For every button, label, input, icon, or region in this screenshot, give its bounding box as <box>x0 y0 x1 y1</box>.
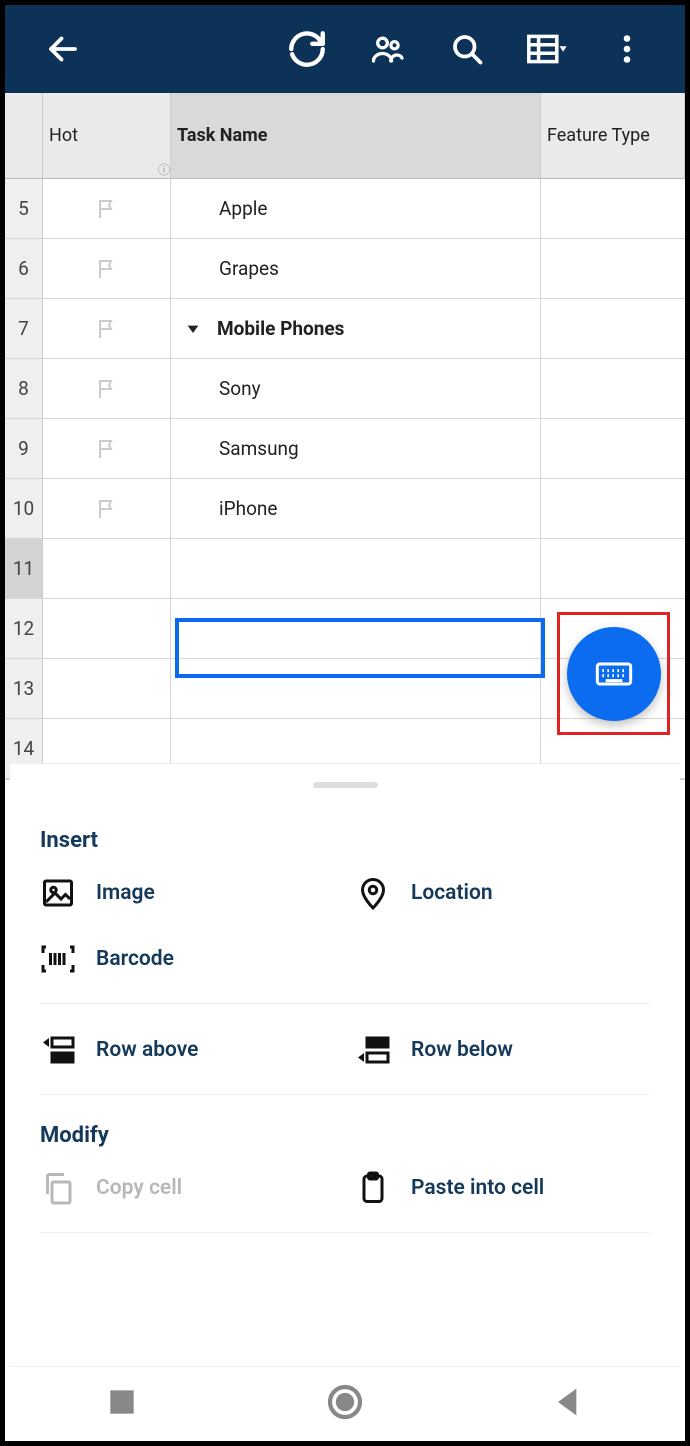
info-icon: ⓘ <box>158 161 170 178</box>
paste-icon <box>355 1170 391 1206</box>
insert-row-below-option[interactable]: Row below <box>355 1032 650 1068</box>
home-button[interactable] <box>325 1382 365 1422</box>
appbar <box>5 5 685 93</box>
row-number[interactable]: 9 <box>5 419 43 478</box>
option-label: Copy cell <box>96 1176 182 1200</box>
insert-barcode-option[interactable]: Barcode <box>40 941 335 977</box>
option-label: Image <box>96 881 155 905</box>
table-row[interactable]: 7 Mobile Phones <box>5 299 685 359</box>
column-header-feature[interactable]: Feature Type <box>541 93 685 178</box>
task-cell[interactable]: Samsung <box>171 419 541 478</box>
refresh-button[interactable] <box>277 19 337 79</box>
divider <box>40 1232 650 1233</box>
feature-cell[interactable] <box>541 179 685 238</box>
search-button[interactable] <box>437 19 497 79</box>
hot-cell[interactable] <box>43 419 171 478</box>
view-picker-button[interactable] <box>517 19 577 79</box>
row-number[interactable]: 6 <box>5 239 43 298</box>
recent-apps-button[interactable] <box>102 1382 142 1422</box>
task-cell[interactable] <box>171 659 541 718</box>
hot-cell[interactable] <box>43 359 171 418</box>
location-icon <box>355 875 391 911</box>
image-icon <box>40 875 76 911</box>
column-headers: Hot ⓘ Task Name Feature Type <box>5 93 685 179</box>
column-header-label: Hot <box>49 125 78 146</box>
hot-cell[interactable] <box>43 479 171 538</box>
option-label: Barcode <box>96 947 174 971</box>
row-number[interactable]: 7 <box>5 299 43 358</box>
table-row[interactable]: 6 Grapes <box>5 239 685 299</box>
task-cell[interactable]: iPhone <box>171 479 541 538</box>
hot-cell[interactable] <box>43 599 171 658</box>
feature-cell[interactable] <box>541 539 685 598</box>
row-number[interactable]: 5 <box>5 179 43 238</box>
hot-cell[interactable] <box>43 539 171 598</box>
back-button[interactable] <box>33 19 93 79</box>
option-label: Location <box>411 881 493 905</box>
paste-cell-option[interactable]: Paste into cell <box>355 1170 650 1206</box>
row-above-icon <box>40 1032 76 1068</box>
android-navbar <box>10 1366 680 1436</box>
row-number[interactable]: 13 <box>5 659 43 718</box>
insert-location-option[interactable]: Location <box>355 875 650 911</box>
task-cell-text: Grapes <box>219 257 279 280</box>
task-cell[interactable]: Apple <box>171 179 541 238</box>
task-cell-text: Samsung <box>219 437 299 460</box>
table-row[interactable]: 5 Apple <box>5 179 685 239</box>
insert-section-title: Insert <box>40 828 650 853</box>
column-header-label: Task Name <box>177 125 267 146</box>
modify-section-title: Modify <box>40 1123 650 1148</box>
bottom-sheet: Insert Image Location Barcode Row above … <box>10 763 680 1361</box>
feature-cell[interactable] <box>541 479 685 538</box>
row-number[interactable]: 8 <box>5 359 43 418</box>
option-label: Row above <box>96 1038 198 1062</box>
table-row[interactable]: 11 <box>5 539 685 599</box>
task-cell-text: Apple <box>219 197 267 220</box>
option-label: Row below <box>411 1038 513 1062</box>
task-cell-text: Mobile Phones <box>217 317 344 340</box>
copy-icon <box>40 1170 76 1206</box>
column-header-task[interactable]: Task Name <box>171 93 541 178</box>
task-cell[interactable] <box>171 539 541 598</box>
task-cell-text: iPhone <box>219 497 277 520</box>
table-row[interactable]: 8 Sony <box>5 359 685 419</box>
row-below-icon <box>355 1032 391 1068</box>
feature-cell[interactable] <box>541 299 685 358</box>
feature-cell[interactable] <box>541 419 685 478</box>
task-cell[interactable]: Grapes <box>171 239 541 298</box>
feature-cell[interactable] <box>541 239 685 298</box>
barcode-icon <box>40 941 76 977</box>
option-label: Paste into cell <box>411 1176 544 1200</box>
nav-back-button[interactable] <box>548 1382 588 1422</box>
divider <box>40 1003 650 1004</box>
table-row[interactable]: 10 iPhone <box>5 479 685 539</box>
annotation-highlight <box>557 612 670 735</box>
share-people-button[interactable] <box>357 19 417 79</box>
corner-cell[interactable] <box>5 93 43 178</box>
insert-image-option[interactable]: Image <box>40 875 335 911</box>
hot-cell[interactable] <box>43 659 171 718</box>
feature-cell[interactable] <box>541 359 685 418</box>
row-number[interactable]: 12 <box>5 599 43 658</box>
row-number[interactable]: 11 <box>5 539 43 598</box>
column-header-hot[interactable]: Hot ⓘ <box>43 93 171 178</box>
task-cell[interactable] <box>171 599 541 658</box>
task-cell-text: Sony <box>219 377 261 400</box>
drag-handle[interactable] <box>313 782 378 788</box>
task-cell[interactable]: Sony <box>171 359 541 418</box>
hot-cell[interactable] <box>43 179 171 238</box>
column-header-label: Feature Type <box>547 125 650 146</box>
overflow-menu-button[interactable] <box>597 19 657 79</box>
table-row[interactable]: 9 Samsung <box>5 419 685 479</box>
copy-cell-option: Copy cell <box>40 1170 335 1206</box>
divider <box>40 1094 650 1095</box>
task-cell[interactable]: Mobile Phones <box>171 299 541 358</box>
hot-cell[interactable] <box>43 299 171 358</box>
insert-row-above-option[interactable]: Row above <box>40 1032 335 1068</box>
hot-cell[interactable] <box>43 239 171 298</box>
row-number[interactable]: 10 <box>5 479 43 538</box>
keyboard-fab[interactable] <box>567 627 661 721</box>
